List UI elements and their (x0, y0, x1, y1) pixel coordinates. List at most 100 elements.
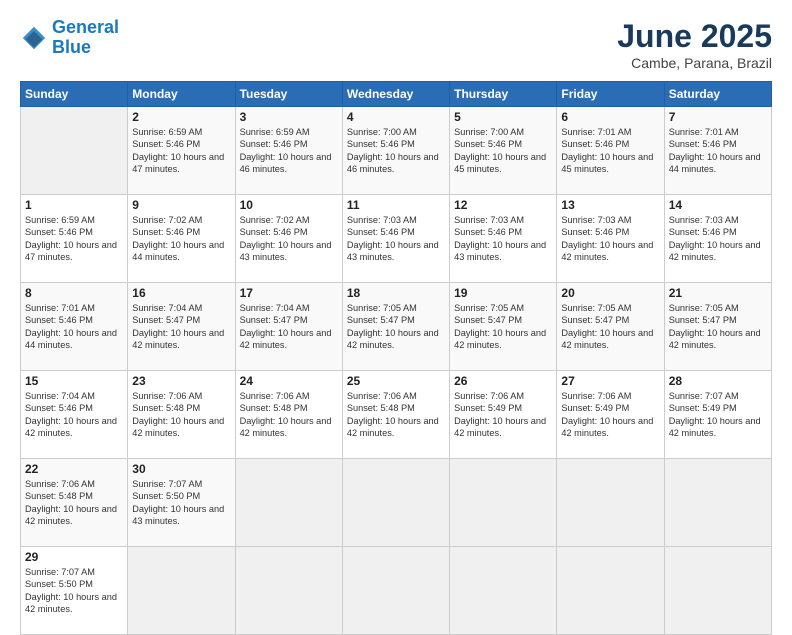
day-number: 27 (561, 374, 659, 388)
header: General Blue June 2025 Cambe, Parana, Br… (20, 18, 772, 71)
page: General Blue June 2025 Cambe, Parana, Br… (0, 0, 792, 612)
calendar-cell (664, 459, 771, 547)
calendar-cell: 19 Sunrise: 7:05 AM Sunset: 5:47 PM Dayli… (450, 283, 557, 371)
calendar-cell (450, 459, 557, 547)
cell-info: Sunrise: 6:59 AM Sunset: 5:46 PM Dayligh… (132, 126, 230, 176)
calendar-cell: 23Sunrise: 7:06 AM Sunset: 5:48 PM Dayli… (128, 371, 235, 459)
calendar-cell: 25 Sunrise: 7:06 AM Sunset: 5:48 PM Dayli… (342, 371, 449, 459)
calendar-cell: 28 Sunrise: 7:07 AM Sunset: 5:49 PM Dayli… (664, 371, 771, 459)
day-number: 24 (240, 374, 338, 388)
calendar-header-row: SundayMondayTuesdayWednesdayThursdayFrid… (21, 82, 772, 107)
cell-info: Sunrise: 7:04 AM Sunset: 5:47 PM Dayligh… (132, 302, 230, 352)
calendar-cell: 4Sunrise: 7:00 AM Sunset: 5:46 PM Daylig… (342, 107, 449, 195)
calendar-cell: 6 Sunrise: 7:01 AM Sunset: 5:46 PM Daylig… (557, 107, 664, 195)
calendar-cell: 26Sunrise: 7:06 AM Sunset: 5:49 PM Dayli… (450, 371, 557, 459)
day-number: 8 (25, 286, 123, 300)
calendar-header-sunday: Sunday (21, 82, 128, 107)
cell-info: Sunrise: 6:59 AM Sunset: 5:46 PM Dayligh… (240, 126, 338, 176)
day-number: 28 (669, 374, 767, 388)
day-number: 29 (25, 550, 123, 564)
day-number: 2 (132, 110, 230, 124)
cell-info: Sunrise: 7:07 AM Sunset: 5:50 PM Dayligh… (25, 566, 123, 616)
calendar-cell: 24 Sunrise: 7:06 AM Sunset: 5:48 PM Dayli… (235, 371, 342, 459)
calendar-week-row: 1Sunrise: 6:59 AM Sunset: 5:46 PM Daylig… (21, 195, 772, 283)
cell-info: Sunrise: 7:07 AM Sunset: 5:49 PM Dayligh… (669, 390, 767, 440)
calendar-cell (128, 547, 235, 635)
day-number: 5 (454, 110, 552, 124)
day-number: 19 (454, 286, 552, 300)
calendar-header-saturday: Saturday (664, 82, 771, 107)
day-number: 6 (561, 110, 659, 124)
main-title: June 2025 (617, 18, 772, 55)
day-number: 16 (132, 286, 230, 300)
calendar-cell (21, 107, 128, 195)
calendar-cell: 20Sunrise: 7:05 AM Sunset: 5:47 PM Dayli… (557, 283, 664, 371)
cell-info: Sunrise: 7:01 AM Sunset: 5:46 PM Dayligh… (25, 302, 123, 352)
cell-info: Sunrise: 7:06 AM Sunset: 5:49 PM Dayligh… (454, 390, 552, 440)
cell-info: Sunrise: 7:04 AM Sunset: 5:47 PM Dayligh… (240, 302, 338, 352)
cell-info: Sunrise: 7:02 AM Sunset: 5:46 PM Dayligh… (132, 214, 230, 264)
calendar-cell (557, 459, 664, 547)
calendar-week-row: 15Sunrise: 7:04 AM Sunset: 5:46 PM Dayli… (21, 371, 772, 459)
calendar-cell: 13 Sunrise: 7:03 AM Sunset: 5:46 PM Dayli… (557, 195, 664, 283)
logo: General Blue (20, 18, 119, 58)
calendar-cell: 14Sunrise: 7:03 AM Sunset: 5:46 PM Dayli… (664, 195, 771, 283)
calendar-week-row: 22Sunrise: 7:06 AM Sunset: 5:48 PM Dayli… (21, 459, 772, 547)
cell-info: Sunrise: 7:07 AM Sunset: 5:50 PM Dayligh… (132, 478, 230, 528)
cell-info: Sunrise: 7:01 AM Sunset: 5:46 PM Dayligh… (669, 126, 767, 176)
calendar-week-row: 8 Sunrise: 7:01 AM Sunset: 5:46 PM Daylig… (21, 283, 772, 371)
day-number: 25 (347, 374, 445, 388)
calendar-cell: 12 Sunrise: 7:03 AM Sunset: 5:46 PM Dayli… (450, 195, 557, 283)
calendar-header-tuesday: Tuesday (235, 82, 342, 107)
calendar-cell: 11 Sunrise: 7:03 AM Sunset: 5:46 PM Dayli… (342, 195, 449, 283)
calendar-cell: 10 Sunrise: 7:02 AM Sunset: 5:46 PM Dayli… (235, 195, 342, 283)
calendar-cell: 16 Sunrise: 7:04 AM Sunset: 5:47 PM Dayli… (128, 283, 235, 371)
logo-line2: Blue (52, 37, 91, 57)
day-number: 7 (669, 110, 767, 124)
cell-info: Sunrise: 7:05 AM Sunset: 5:47 PM Dayligh… (454, 302, 552, 352)
cell-info: Sunrise: 7:06 AM Sunset: 5:48 PM Dayligh… (240, 390, 338, 440)
calendar-cell: 1Sunrise: 6:59 AM Sunset: 5:46 PM Daylig… (21, 195, 128, 283)
day-number: 11 (347, 198, 445, 212)
day-number: 13 (561, 198, 659, 212)
calendar-header-friday: Friday (557, 82, 664, 107)
calendar-header-thursday: Thursday (450, 82, 557, 107)
calendar-table: SundayMondayTuesdayWednesdayThursdayFrid… (20, 81, 772, 635)
cell-info: Sunrise: 7:03 AM Sunset: 5:46 PM Dayligh… (561, 214, 659, 264)
calendar-cell: 17 Sunrise: 7:04 AM Sunset: 5:47 PM Dayli… (235, 283, 342, 371)
day-number: 10 (240, 198, 338, 212)
calendar-week-row: 2 Sunrise: 6:59 AM Sunset: 5:46 PM Daylig… (21, 107, 772, 195)
cell-info: Sunrise: 7:05 AM Sunset: 5:47 PM Dayligh… (561, 302, 659, 352)
calendar-cell: 2 Sunrise: 6:59 AM Sunset: 5:46 PM Daylig… (128, 107, 235, 195)
calendar-cell: 15Sunrise: 7:04 AM Sunset: 5:46 PM Dayli… (21, 371, 128, 459)
cell-info: Sunrise: 7:05 AM Sunset: 5:47 PM Dayligh… (347, 302, 445, 352)
calendar-cell: 3 Sunrise: 6:59 AM Sunset: 5:46 PM Daylig… (235, 107, 342, 195)
calendar-cell: 21Sunrise: 7:05 AM Sunset: 5:47 PM Dayli… (664, 283, 771, 371)
calendar-cell: 22Sunrise: 7:06 AM Sunset: 5:48 PM Dayli… (21, 459, 128, 547)
cell-info: Sunrise: 7:06 AM Sunset: 5:48 PM Dayligh… (132, 390, 230, 440)
cell-info: Sunrise: 7:03 AM Sunset: 5:46 PM Dayligh… (347, 214, 445, 264)
day-number: 3 (240, 110, 338, 124)
day-number: 18 (347, 286, 445, 300)
calendar-cell (342, 459, 449, 547)
cell-info: Sunrise: 7:06 AM Sunset: 5:48 PM Dayligh… (25, 478, 123, 528)
cell-info: Sunrise: 7:01 AM Sunset: 5:46 PM Dayligh… (561, 126, 659, 176)
cell-info: Sunrise: 7:06 AM Sunset: 5:49 PM Dayligh… (561, 390, 659, 440)
day-number: 12 (454, 198, 552, 212)
calendar-cell: 8 Sunrise: 7:01 AM Sunset: 5:46 PM Daylig… (21, 283, 128, 371)
calendar-header-wednesday: Wednesday (342, 82, 449, 107)
cell-info: Sunrise: 7:05 AM Sunset: 5:47 PM Dayligh… (669, 302, 767, 352)
day-number: 17 (240, 286, 338, 300)
calendar-cell (450, 547, 557, 635)
logo-line1: General (52, 17, 119, 37)
title-block: June 2025 Cambe, Parana, Brazil (617, 18, 772, 71)
calendar-cell: 27 Sunrise: 7:06 AM Sunset: 5:49 PM Dayli… (557, 371, 664, 459)
calendar-cell (664, 547, 771, 635)
cell-info: Sunrise: 7:02 AM Sunset: 5:46 PM Dayligh… (240, 214, 338, 264)
cell-info: Sunrise: 7:03 AM Sunset: 5:46 PM Dayligh… (454, 214, 552, 264)
cell-info: Sunrise: 7:00 AM Sunset: 5:46 PM Dayligh… (454, 126, 552, 176)
cell-info: Sunrise: 7:06 AM Sunset: 5:48 PM Dayligh… (347, 390, 445, 440)
subtitle: Cambe, Parana, Brazil (617, 55, 772, 71)
day-number: 4 (347, 110, 445, 124)
calendar-cell: 18 Sunrise: 7:05 AM Sunset: 5:47 PM Dayli… (342, 283, 449, 371)
